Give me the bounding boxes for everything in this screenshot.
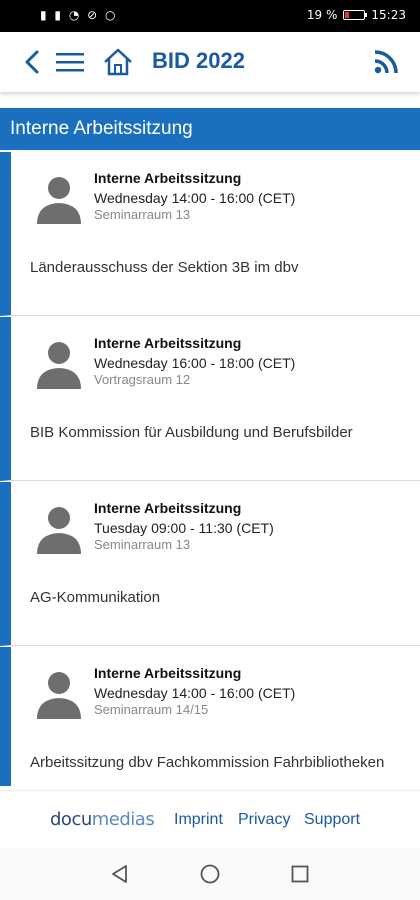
avatar-icon — [37, 507, 81, 554]
battery-icon — [343, 10, 368, 20]
session-description: Arbeitssitzung dbv Fachkommission Fahrbi… — [30, 754, 385, 771]
session-card[interactable]: Interne Arbeitssitzung Wednesday 14:00 -… — [0, 647, 420, 786]
session-description: AG-Kommunikation — [30, 589, 161, 606]
rss-icon[interactable] — [370, 46, 402, 78]
logo-docu: docu — [50, 809, 92, 830]
privacy-link[interactable]: Privacy — [238, 811, 290, 829]
session-type: Interne Arbeitssitzung — [94, 500, 242, 516]
app-bar: BID 2022 — [0, 32, 420, 92]
support-link[interactable]: Support — [304, 811, 360, 829]
status-right: 19 % 15:23 — [307, 8, 406, 22]
page-title: BID 2022 — [152, 48, 245, 73]
back-icon[interactable] — [16, 46, 48, 78]
battery-percent: 19 % — [306, 8, 338, 22]
session-time: Wednesday 14:00 - 16:00 (CET) — [94, 190, 296, 206]
session-type: Interne Arbeitssitzung — [94, 170, 242, 186]
session-time: Tuesday 09:00 - 11:30 (CET) — [94, 520, 274, 536]
section-header: Interne Arbeitssitzung — [0, 108, 420, 150]
session-room: Seminarraum 13 — [94, 537, 191, 552]
status-left-icons: ▮ ▮ ◔ ⊘ ○ — [40, 8, 118, 22]
avatar-icon — [37, 672, 81, 719]
session-card[interactable]: Interne Arbeitssitzung Wednesday 16:00 -… — [0, 317, 420, 481]
session-description: BIB Kommission für Ausbildung und Berufs… — [30, 424, 353, 441]
session-list[interactable]: Interne Arbeitssitzung Wednesday 14:00 -… — [0, 152, 420, 786]
documedias-logo: documedias — [50, 809, 155, 830]
status-bar: ▮ ▮ ◔ ⊘ ○ 19 % 15:23 — [0, 0, 420, 32]
session-type: Interne Arbeitssitzung — [94, 335, 242, 351]
session-room: Vortragsraum 12 — [94, 372, 191, 387]
session-room: Seminarraum 13 — [94, 207, 191, 222]
logo-media: medias — [91, 809, 155, 830]
session-card[interactable]: Interne Arbeitssitzung Wednesday 14:00 -… — [0, 152, 420, 316]
system-nav-bar — [0, 848, 420, 900]
nav-back-icon[interactable] — [108, 862, 132, 886]
nav-recents-icon[interactable] — [288, 862, 312, 886]
footer: documedias Imprint Privacy Support — [0, 790, 420, 848]
imprint-link[interactable]: Imprint — [174, 811, 223, 829]
session-time: Wednesday 14:00 - 16:00 (CET) — [94, 685, 296, 701]
session-card[interactable]: Interne Arbeitssitzung Tuesday 09:00 - 1… — [0, 482, 420, 646]
avatar-icon — [37, 342, 81, 389]
session-description: Länderausschuss der Sektion 3B im dbv — [30, 259, 299, 276]
menu-icon[interactable] — [54, 46, 86, 78]
home-icon[interactable] — [102, 46, 134, 78]
avatar-icon — [37, 177, 81, 224]
session-room: Seminarraum 14/15 — [94, 702, 209, 717]
session-type: Interne Arbeitssitzung — [94, 665, 242, 681]
session-time: Wednesday 16:00 - 18:00 (CET) — [94, 355, 296, 371]
nav-home-icon[interactable] — [198, 862, 222, 886]
status-time: 15:23 — [371, 8, 406, 22]
